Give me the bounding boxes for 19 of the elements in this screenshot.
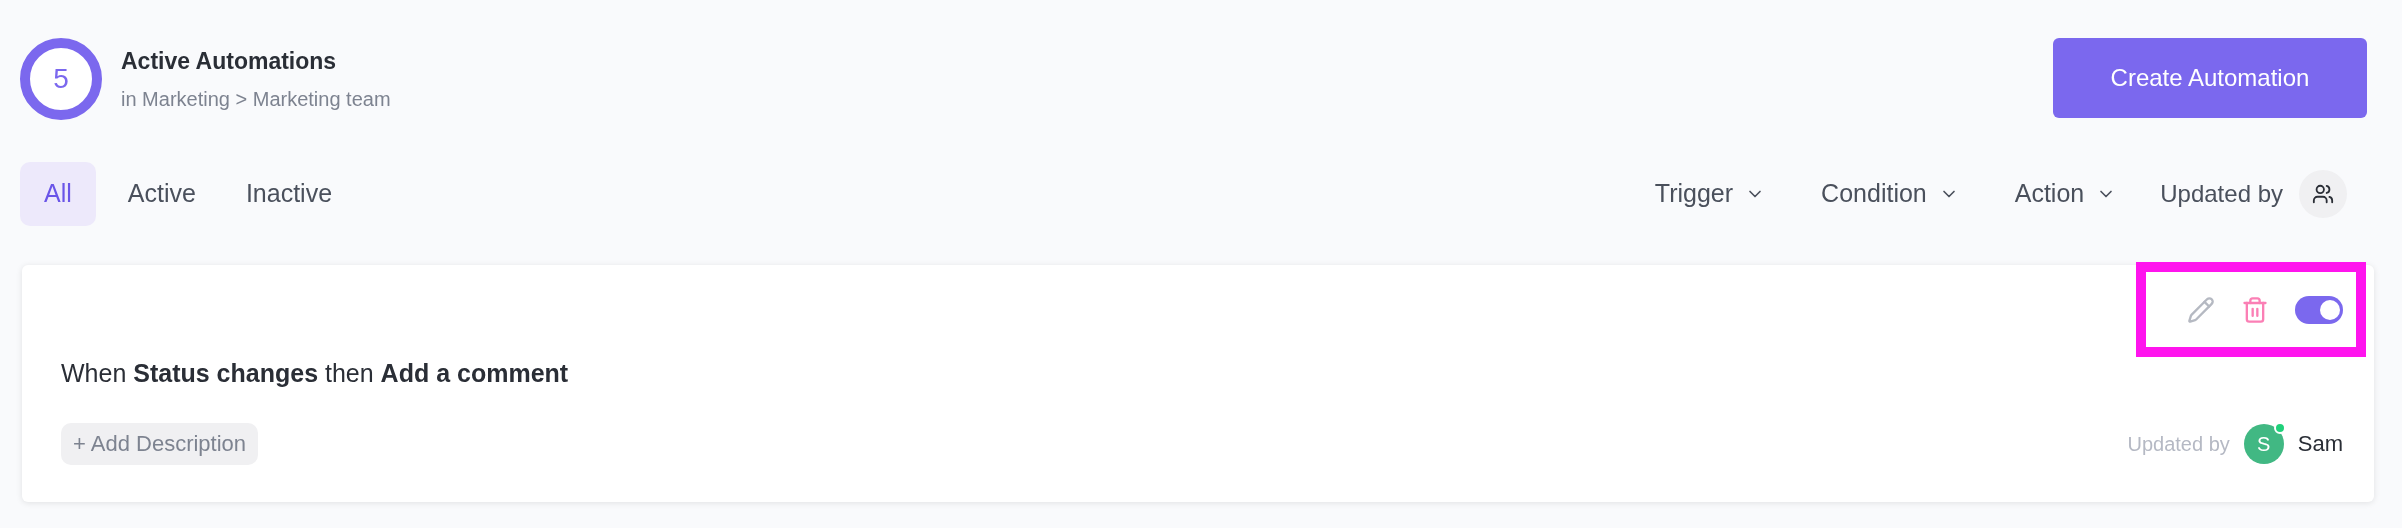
user-avatar: S [2243, 423, 2284, 464]
filter-dropdown[interactable]: Action [2014, 175, 2117, 213]
filter-label: Updated by [2160, 179, 2283, 209]
create-automation-button[interactable]: Create Automation [2053, 38, 2367, 118]
filter-tab[interactable]: Active [109, 162, 214, 226]
toggle-switch[interactable] [2295, 296, 2343, 324]
trash-icon[interactable] [2241, 296, 2269, 324]
filter-dropdown[interactable]: Trigger [1654, 175, 1766, 213]
user-name: Sam [2297, 430, 2343, 458]
people-filter-button[interactable] [2299, 170, 2347, 218]
filter-tab[interactable]: All [20, 162, 96, 226]
filter-tab[interactable]: Inactive [227, 162, 351, 226]
page-title: Active Automations [121, 46, 338, 76]
updated-by-label: Updated by [2127, 431, 2230, 457]
rule-text: When Status changes then Add a comment [61, 358, 570, 389]
filter-dropdown[interactable]: Condition [1821, 175, 1959, 213]
people-icon [2312, 183, 2334, 205]
count-ring: 5 [20, 38, 102, 120]
breadcrumb: in Marketing > Marketing team [121, 87, 391, 113]
